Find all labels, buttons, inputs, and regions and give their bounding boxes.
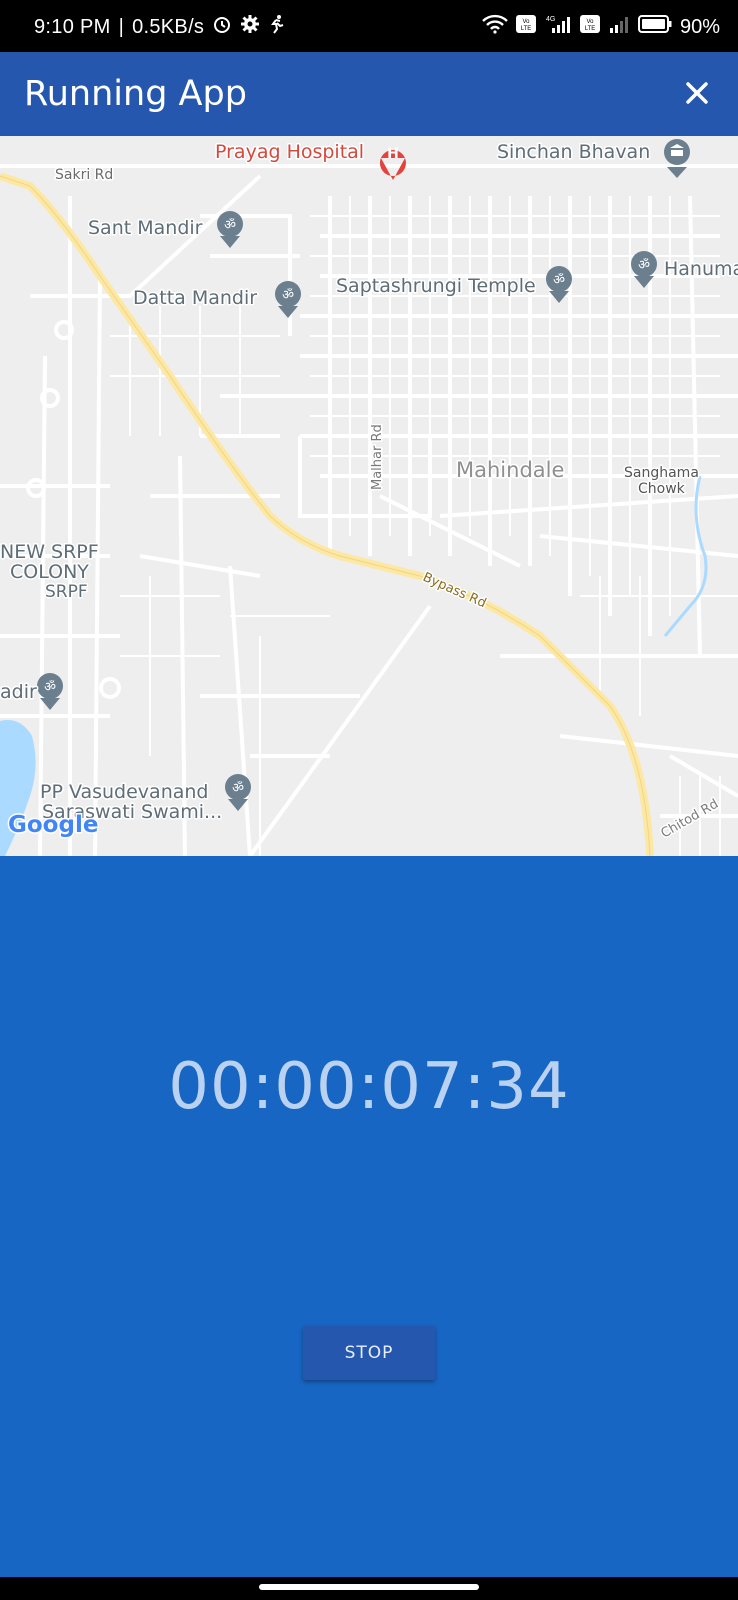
run-timer: 00:00:07:34 <box>168 1050 570 1124</box>
map-canvas[interactable]: H ॐ ॐ ॐ ॐ ॐ ॐ Sakri Rd Prayag Hospital S… <box>0 136 738 856</box>
stop-button[interactable]: STOP <box>303 1326 435 1380</box>
map-label: PP Vasudevanand <box>40 781 209 803</box>
svg-text:ॐ: ॐ <box>553 273 565 288</box>
status-left: 9:10 PM | 0.5KB/s <box>34 14 286 40</box>
map-view[interactable]: H ॐ ॐ ॐ ॐ ॐ ॐ Sakri Rd Prayag Hospital S… <box>0 136 738 856</box>
map-label: Sant Mandir <box>88 217 203 239</box>
map-label: Hanuma <box>664 258 738 280</box>
close-button[interactable] <box>680 76 714 110</box>
battery-icon <box>637 15 672 39</box>
svg-text:ॐ: ॐ <box>224 218 236 233</box>
google-logo: Google <box>8 812 98 838</box>
volte-icon: Vo LTE <box>579 15 600 39</box>
map-label: Chowk <box>638 481 686 497</box>
signal-icon <box>608 14 630 40</box>
battery-percent: 90% <box>679 15 720 38</box>
status-right: Vo LTE 4G Vo LTE 90% <box>482 14 720 40</box>
svg-text:4G: 4G <box>546 16 555 23</box>
settings-icon <box>240 14 260 40</box>
status-time: 9:10 PM <box>34 15 111 38</box>
svg-text:H: H <box>387 146 399 162</box>
wifi-icon <box>482 14 508 40</box>
alarm-icon <box>212 14 232 40</box>
status-bar: 9:10 PM | 0.5KB/s Vo LTE 4G Vo LTE 90% <box>0 0 738 52</box>
run-controls-panel: 00:00:07:34 STOP <box>0 856 738 1577</box>
map-label: SRPF <box>45 582 88 602</box>
map-label: Saptashrungi Temple <box>336 275 536 297</box>
volte-icon: Vo LTE <box>515 15 536 39</box>
map-label: Sanghama <box>624 465 699 481</box>
map-label: Datta Mandir <box>133 287 257 309</box>
svg-text:ॐ: ॐ <box>44 680 56 695</box>
signal-icon: 4G <box>544 14 572 40</box>
map-label: Prayag Hospital <box>215 141 364 163</box>
close-icon <box>686 82 708 104</box>
svg-text:Vo: Vo <box>522 19 530 25</box>
svg-text:ॐ: ॐ <box>282 288 294 303</box>
svg-text:LTE: LTE <box>585 26 596 32</box>
running-icon <box>268 14 286 40</box>
app-bar: Running App <box>0 52 738 136</box>
map-label: NEW SRPF <box>0 541 99 563</box>
status-divider: | <box>118 15 125 38</box>
app-title: Running App <box>24 74 247 114</box>
svg-text:Vo: Vo <box>586 19 594 25</box>
svg-text:ॐ: ॐ <box>232 781 244 796</box>
navigation-bar <box>0 1577 738 1600</box>
svg-text:LTE: LTE <box>521 26 532 32</box>
map-label: Mahindale <box>456 458 564 482</box>
map-label: Sakri Rd <box>55 167 113 183</box>
map-label: COLONY <box>10 561 89 583</box>
home-indicator[interactable] <box>259 1584 479 1590</box>
status-speed: 0.5KB/s <box>132 15 205 38</box>
map-label: Sinchan Bhavan <box>497 141 650 163</box>
map-label: Malhar Rd <box>370 424 385 490</box>
map-label: adir <box>0 681 37 703</box>
svg-text:ॐ: ॐ <box>638 258 650 273</box>
